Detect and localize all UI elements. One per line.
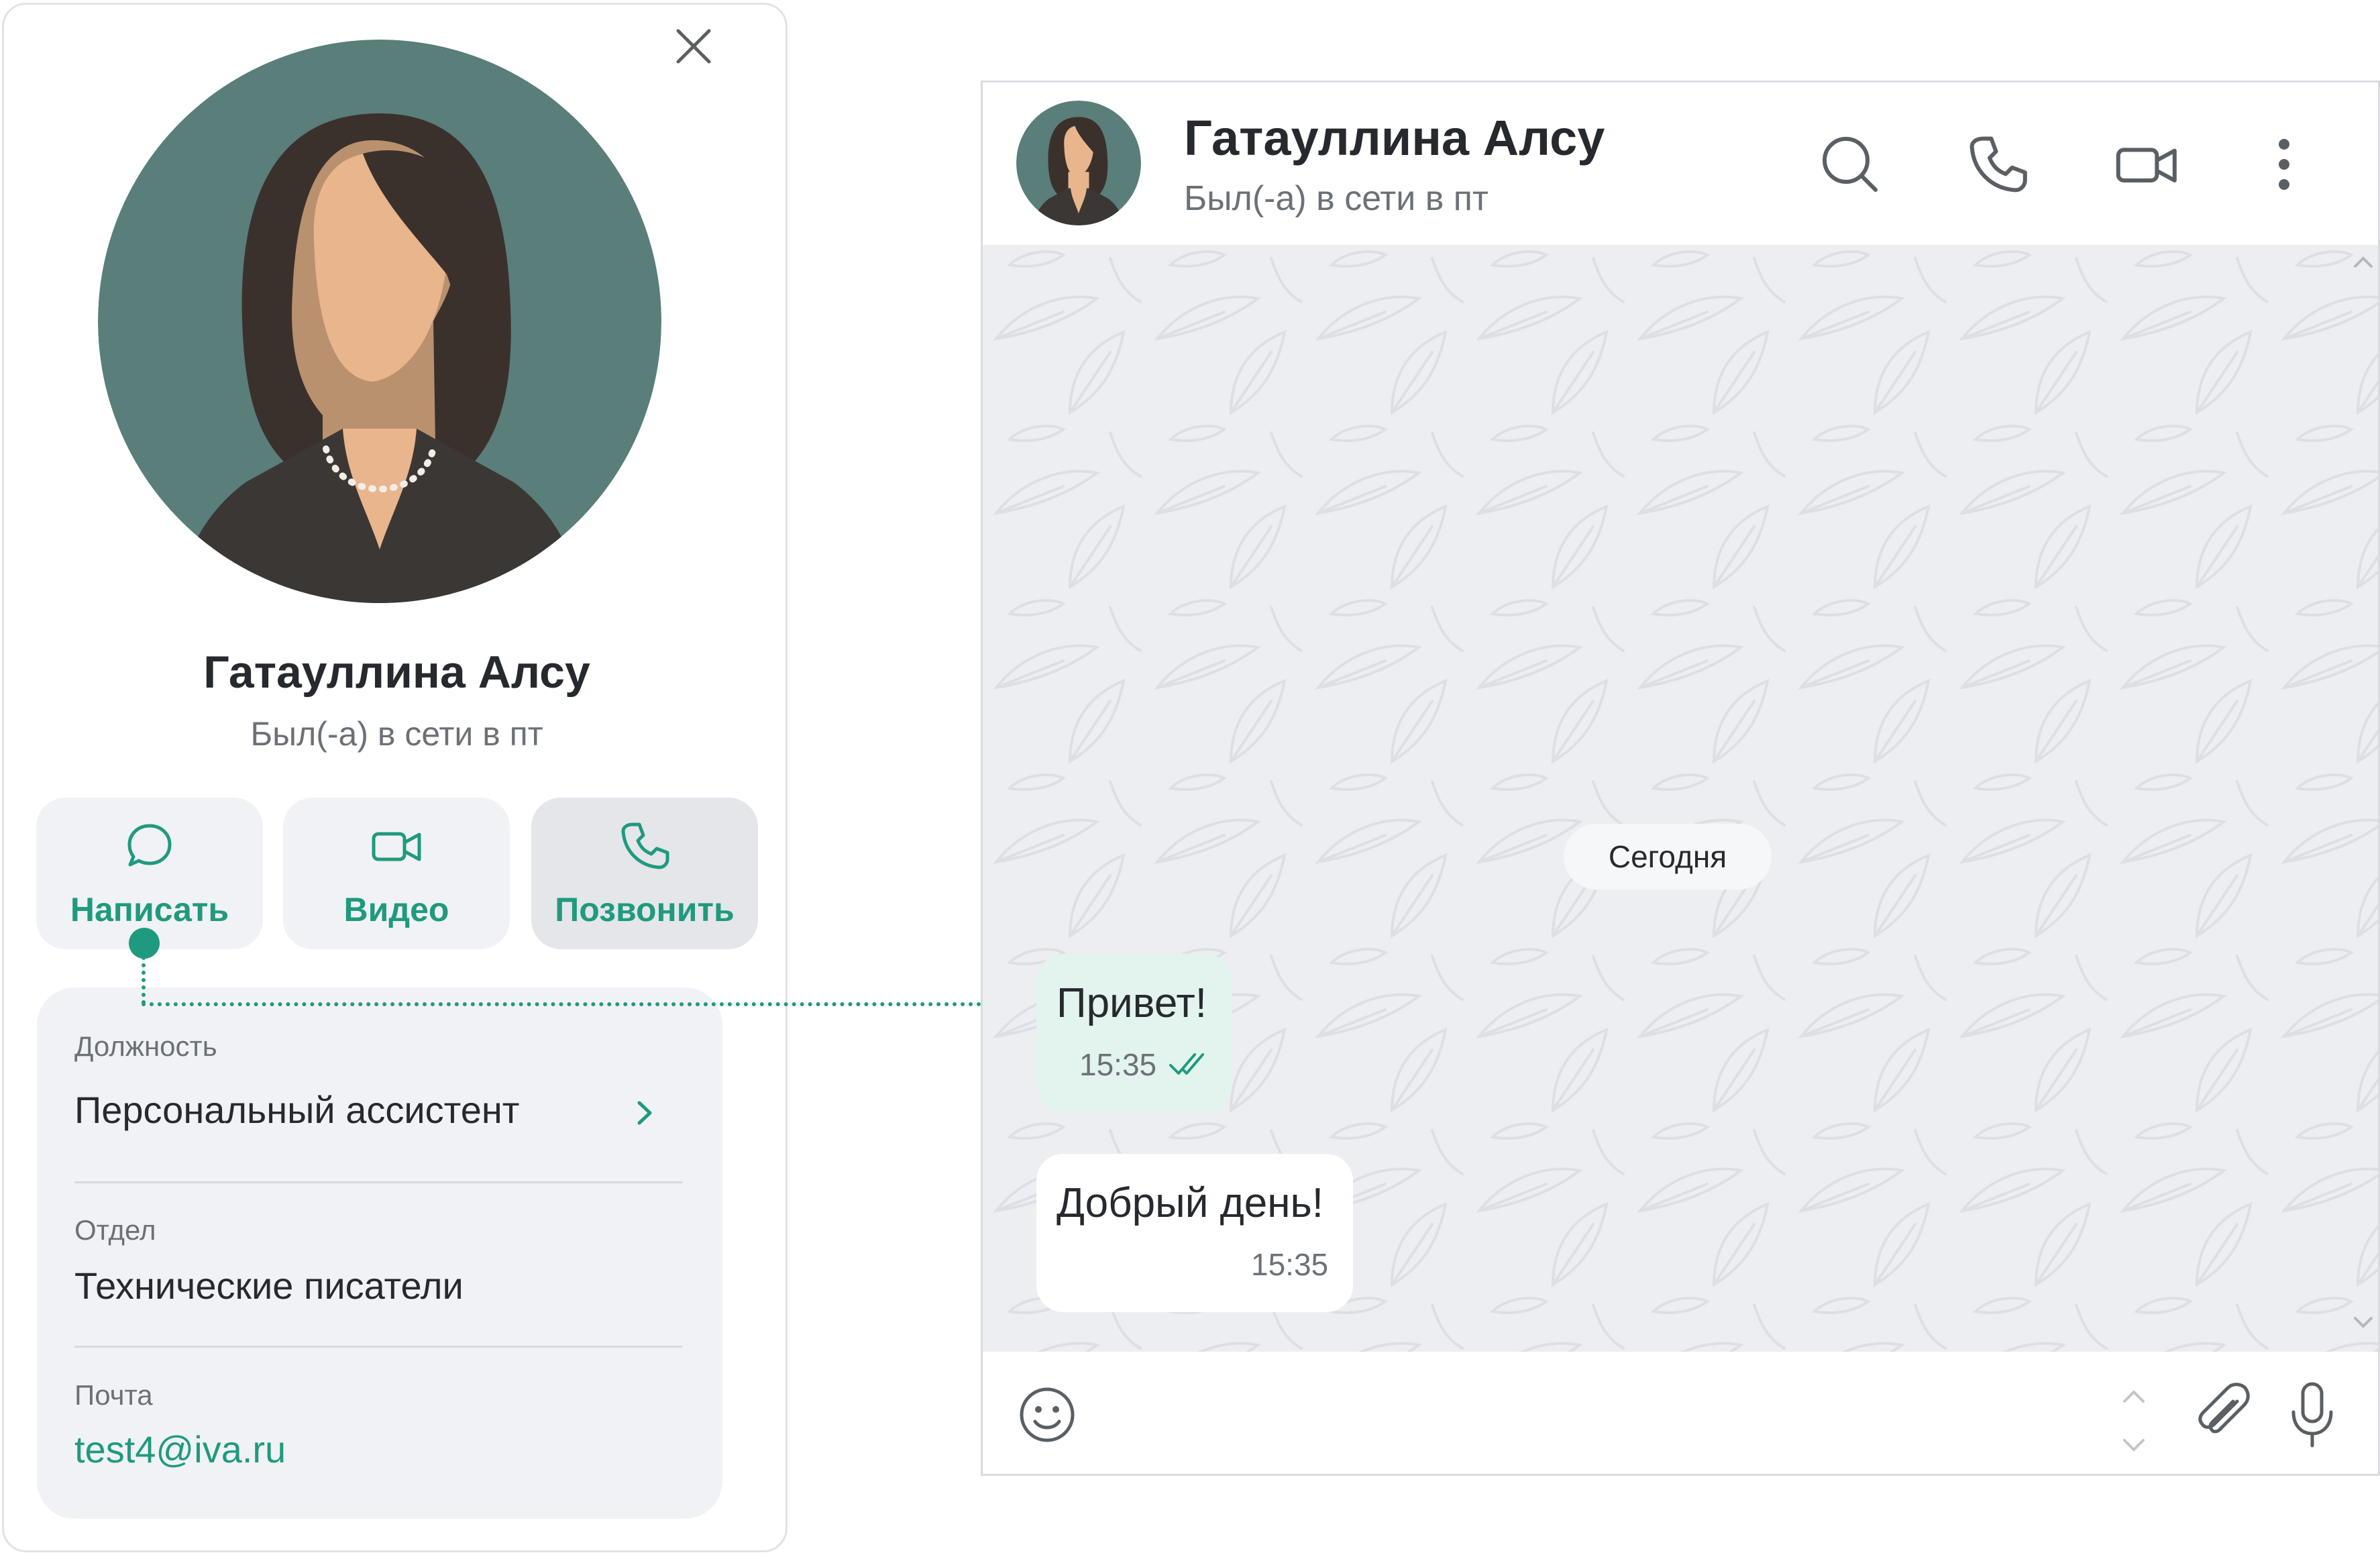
department-value: Технические писатели <box>74 1265 464 1307</box>
department-label: Отдел <box>74 1214 156 1246</box>
message-bubble-incoming[interactable]: Добрый день! 15:35 <box>1036 1154 1353 1312</box>
message-list[interactable]: Сегодня Привет! 15:35 Добрый день! 15:35 <box>983 245 2378 1352</box>
divider <box>74 1181 682 1183</box>
video-button[interactable]: Видео <box>283 798 510 949</box>
video-button-label: Видео <box>343 891 449 928</box>
divider <box>74 1346 682 1348</box>
chat-header: Гатауллина Алсу Был(-а) в сети в пт <box>983 83 2378 245</box>
message-time: 15:35 <box>1079 1047 1157 1082</box>
profile-status: Был(-а) в сети в пт <box>250 715 543 753</box>
email-label: Почта <box>74 1379 153 1411</box>
chat-title: Гатауллина Алсу <box>1184 110 1605 166</box>
emoji-icon[interactable] <box>1015 1383 1079 1450</box>
attach-icon[interactable] <box>2190 1381 2257 1452</box>
search-icon[interactable] <box>1818 132 1882 200</box>
write-button[interactable]: Написать <box>36 798 263 949</box>
connector-line <box>142 956 146 1004</box>
video-camera-icon <box>372 832 421 861</box>
phone-icon[interactable] <box>1965 132 2030 200</box>
microphone-icon[interactable] <box>2285 1379 2339 1456</box>
more-vertical-icon[interactable] <box>2271 132 2297 200</box>
connector-line <box>142 1002 981 1006</box>
read-checkmarks-icon <box>1168 1048 1212 1082</box>
profile-name: Гатауллина Алсу <box>203 647 590 698</box>
write-button-label: Написать <box>70 891 229 928</box>
profile-card: Гатауллина Алсу Был(-а) в сети в пт Напи… <box>2 3 788 1552</box>
message-input-bar[interactable] <box>983 1352 2378 1474</box>
message-bubble-outgoing[interactable]: Привет! 15:35 <box>1036 954 1232 1112</box>
phone-icon <box>621 822 669 869</box>
input-resize-icon[interactable] <box>2118 1384 2150 1461</box>
avatar[interactable] <box>1016 101 1141 225</box>
chat-status: Был(-а) в сети в пт <box>1184 179 1489 218</box>
email-link[interactable]: test4@iva.ru <box>74 1428 286 1471</box>
avatar <box>98 40 661 603</box>
position-value[interactable]: Персональный ассистент <box>74 1088 519 1132</box>
info-panel: Должность Персональный ассистент Отдел Т… <box>37 987 722 1519</box>
chat-window: Гатауллина Алсу Был(-а) в сети в пт Сего… <box>981 80 2380 1476</box>
message-text: Привет! <box>1057 980 1207 1026</box>
position-label: Должность <box>74 1030 217 1062</box>
scroll-up-icon[interactable] <box>2350 252 2377 275</box>
chat-bubble-icon <box>127 824 172 867</box>
scroll-down-icon[interactable] <box>2350 1313 2377 1336</box>
close-icon[interactable] <box>670 23 717 70</box>
call-button[interactable]: Позвонить <box>531 798 758 949</box>
chevron-right-icon[interactable] <box>631 1096 658 1133</box>
date-separator: Сегодня <box>1564 824 1772 890</box>
message-time: 15:35 <box>1251 1247 1329 1282</box>
video-camera-icon[interactable] <box>2115 132 2179 200</box>
connector-dot <box>129 928 160 959</box>
call-button-label: Позвонить <box>555 891 735 928</box>
message-text: Добрый день! <box>1057 1180 1324 1226</box>
